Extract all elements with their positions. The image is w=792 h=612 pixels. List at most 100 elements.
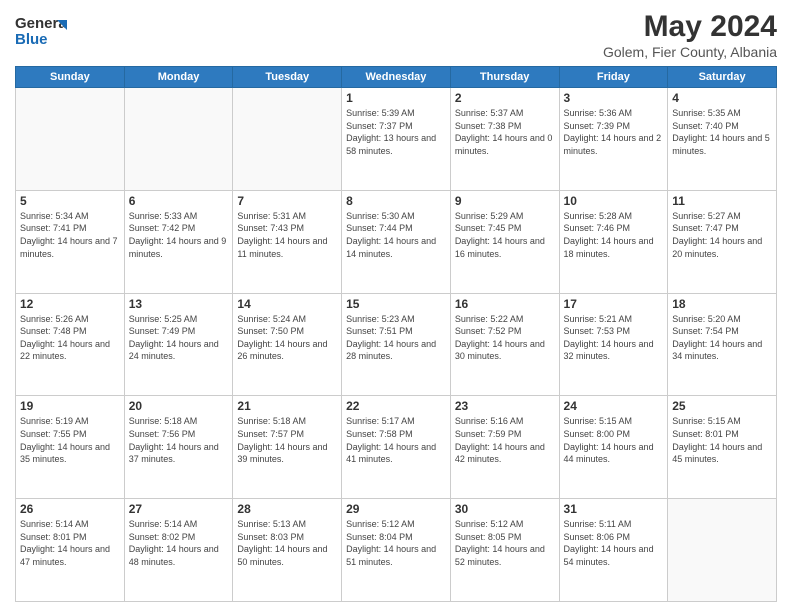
day-number: 10 xyxy=(564,194,664,208)
location: Golem, Fier County, Albania xyxy=(603,44,777,60)
day-number: 25 xyxy=(672,399,772,413)
calendar-table: Sunday Monday Tuesday Wednesday Thursday… xyxy=(15,66,777,602)
header: General Blue May 2024 Golem, Fier County… xyxy=(15,10,777,60)
day-info: Sunrise: 5:35 AMSunset: 7:40 PMDaylight:… xyxy=(672,107,772,157)
calendar-day: 6 Sunrise: 5:33 AMSunset: 7:42 PMDaylight… xyxy=(124,190,233,293)
calendar-day: 27 Sunrise: 5:14 AMSunset: 8:02 PMDayligh… xyxy=(124,499,233,602)
calendar-day: 17 Sunrise: 5:21 AMSunset: 7:53 PMDayligh… xyxy=(559,293,668,396)
svg-text:General: General xyxy=(15,15,67,32)
day-number: 29 xyxy=(346,502,446,516)
logo-icon: General Blue xyxy=(15,10,67,52)
day-info: Sunrise: 5:31 AMSunset: 7:43 PMDaylight:… xyxy=(237,210,337,260)
calendar-week-4: 26 Sunrise: 5:14 AMSunset: 8:01 PMDayligh… xyxy=(16,499,777,602)
day-info: Sunrise: 5:37 AMSunset: 7:38 PMDaylight:… xyxy=(455,107,555,157)
calendar-day: 5 Sunrise: 5:34 AMSunset: 7:41 PMDaylight… xyxy=(16,190,125,293)
calendar-day: 23 Sunrise: 5:16 AMSunset: 7:59 PMDayligh… xyxy=(450,396,559,499)
day-info: Sunrise: 5:15 AMSunset: 8:01 PMDaylight:… xyxy=(672,415,772,465)
day-info: Sunrise: 5:18 AMSunset: 7:56 PMDaylight:… xyxy=(129,415,229,465)
day-number: 27 xyxy=(129,502,229,516)
calendar-day: 14Sunrise: 5:24 AMSunset: 7:50 PMDayligh… xyxy=(233,293,342,396)
header-tuesday: Tuesday xyxy=(233,67,342,88)
calendar-day xyxy=(124,88,233,191)
calendar-day xyxy=(16,88,125,191)
day-number: 23 xyxy=(455,399,555,413)
day-number: 18 xyxy=(672,297,772,311)
header-thursday: Thursday xyxy=(450,67,559,88)
day-number: 4 xyxy=(672,91,772,105)
day-number: 13 xyxy=(129,297,229,311)
calendar-week-2: 12 Sunrise: 5:26 AMSunset: 7:48 PMDayligh… xyxy=(16,293,777,396)
day-info: Sunrise: 5:39 AMSunset: 7:37 PMDaylight:… xyxy=(346,107,446,157)
calendar-day: 7 Sunrise: 5:31 AMSunset: 7:43 PMDaylight… xyxy=(233,190,342,293)
calendar-day: 13 Sunrise: 5:25 AMSunset: 7:49 PMDayligh… xyxy=(124,293,233,396)
day-info: Sunrise: 5:34 AMSunset: 7:41 PMDaylight:… xyxy=(20,210,120,260)
day-info: Sunrise: 5:14 AMSunset: 8:01 PMDaylight:… xyxy=(20,518,120,568)
calendar-day: 16 Sunrise: 5:22 AMSunset: 7:52 PMDayligh… xyxy=(450,293,559,396)
day-info: Sunrise: 5:24 AMSunset: 7:50 PMDaylight:… xyxy=(237,313,337,363)
day-number: 22 xyxy=(346,399,446,413)
day-info: Sunrise: 5:21 AMSunset: 7:53 PMDaylight:… xyxy=(564,313,664,363)
calendar-day: 4 Sunrise: 5:35 AMSunset: 7:40 PMDaylight… xyxy=(668,88,777,191)
day-info: Sunrise: 5:20 AMSunset: 7:54 PMDaylight:… xyxy=(672,313,772,363)
day-info: Sunrise: 5:14 AMSunset: 8:02 PMDaylight:… xyxy=(129,518,229,568)
day-number: 17 xyxy=(564,297,664,311)
calendar-day: 19Sunrise: 5:19 AMSunset: 7:55 PMDayligh… xyxy=(16,396,125,499)
calendar-week-0: 1Sunrise: 5:39 AMSunset: 7:37 PMDaylight… xyxy=(16,88,777,191)
day-info: Sunrise: 5:33 AMSunset: 7:42 PMDaylight:… xyxy=(129,210,229,260)
day-number: 21 xyxy=(237,399,337,413)
day-info: Sunrise: 5:36 AMSunset: 7:39 PMDaylight:… xyxy=(564,107,664,157)
day-info: Sunrise: 5:27 AMSunset: 7:47 PMDaylight:… xyxy=(672,210,772,260)
day-number: 26 xyxy=(20,502,120,516)
day-number: 16 xyxy=(455,297,555,311)
title-block: May 2024 Golem, Fier County, Albania xyxy=(603,10,777,60)
header-friday: Friday xyxy=(559,67,668,88)
calendar-day: 18 Sunrise: 5:20 AMSunset: 7:54 PMDayligh… xyxy=(668,293,777,396)
calendar-day: 21 Sunrise: 5:18 AMSunset: 7:57 PMDayligh… xyxy=(233,396,342,499)
header-wednesday: Wednesday xyxy=(342,67,451,88)
logo: General Blue xyxy=(15,10,67,52)
day-info: Sunrise: 5:30 AMSunset: 7:44 PMDaylight:… xyxy=(346,210,446,260)
page: General Blue May 2024 Golem, Fier County… xyxy=(0,0,792,612)
day-number: 9 xyxy=(455,194,555,208)
day-number: 19 xyxy=(20,399,120,413)
day-info: Sunrise: 5:11 AMSunset: 8:06 PMDaylight:… xyxy=(564,518,664,568)
svg-text:Blue: Blue xyxy=(15,31,48,48)
calendar-day: 8 Sunrise: 5:30 AMSunset: 7:44 PMDaylight… xyxy=(342,190,451,293)
day-number: 3 xyxy=(564,91,664,105)
day-info: Sunrise: 5:18 AMSunset: 7:57 PMDaylight:… xyxy=(237,415,337,465)
day-number: 6 xyxy=(129,194,229,208)
calendar-week-1: 5 Sunrise: 5:34 AMSunset: 7:41 PMDaylight… xyxy=(16,190,777,293)
calendar-day xyxy=(668,499,777,602)
day-info: Sunrise: 5:26 AMSunset: 7:48 PMDaylight:… xyxy=(20,313,120,363)
header-monday: Monday xyxy=(124,67,233,88)
calendar-day: 31 Sunrise: 5:11 AMSunset: 8:06 PMDayligh… xyxy=(559,499,668,602)
day-number: 31 xyxy=(564,502,664,516)
calendar-day: 28Sunrise: 5:13 AMSunset: 8:03 PMDayligh… xyxy=(233,499,342,602)
day-number: 8 xyxy=(346,194,446,208)
calendar-day: 9Sunrise: 5:29 AMSunset: 7:45 PMDaylight… xyxy=(450,190,559,293)
calendar-day: 12 Sunrise: 5:26 AMSunset: 7:48 PMDayligh… xyxy=(16,293,125,396)
calendar-day: 22Sunrise: 5:17 AMSunset: 7:58 PMDayligh… xyxy=(342,396,451,499)
day-number: 5 xyxy=(20,194,120,208)
day-info: Sunrise: 5:16 AMSunset: 7:59 PMDaylight:… xyxy=(455,415,555,465)
calendar-day: 1Sunrise: 5:39 AMSunset: 7:37 PMDaylight… xyxy=(342,88,451,191)
calendar-day: 30Sunrise: 5:12 AMSunset: 8:05 PMDayligh… xyxy=(450,499,559,602)
month-year: May 2024 xyxy=(603,10,777,44)
day-info: Sunrise: 5:25 AMSunset: 7:49 PMDaylight:… xyxy=(129,313,229,363)
day-number: 7 xyxy=(237,194,337,208)
calendar-day: 20Sunrise: 5:18 AMSunset: 7:56 PMDayligh… xyxy=(124,396,233,499)
day-info: Sunrise: 5:15 AMSunset: 8:00 PMDaylight:… xyxy=(564,415,664,465)
calendar-day: 29 Sunrise: 5:12 AMSunset: 8:04 PMDayligh… xyxy=(342,499,451,602)
calendar-day xyxy=(233,88,342,191)
day-number: 2 xyxy=(455,91,555,105)
header-saturday: Saturday xyxy=(668,67,777,88)
day-number: 28 xyxy=(237,502,337,516)
calendar-day: 26 Sunrise: 5:14 AMSunset: 8:01 PMDayligh… xyxy=(16,499,125,602)
day-info: Sunrise: 5:12 AMSunset: 8:04 PMDaylight:… xyxy=(346,518,446,568)
day-info: Sunrise: 5:22 AMSunset: 7:52 PMDaylight:… xyxy=(455,313,555,363)
day-number: 24 xyxy=(564,399,664,413)
calendar-day: 10Sunrise: 5:28 AMSunset: 7:46 PMDayligh… xyxy=(559,190,668,293)
day-number: 12 xyxy=(20,297,120,311)
calendar-week-3: 19Sunrise: 5:19 AMSunset: 7:55 PMDayligh… xyxy=(16,396,777,499)
calendar-day: 11Sunrise: 5:27 AMSunset: 7:47 PMDayligh… xyxy=(668,190,777,293)
